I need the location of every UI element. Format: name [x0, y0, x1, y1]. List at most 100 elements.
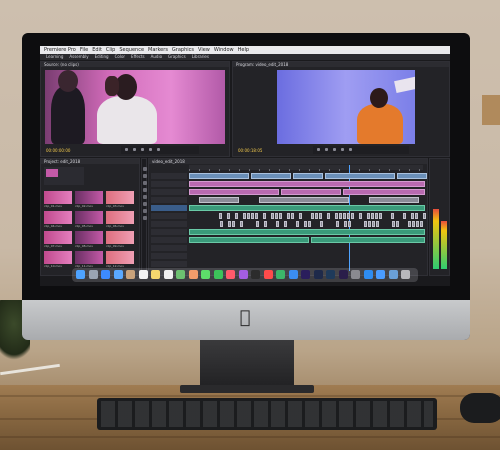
timeline-clip[interactable] [189, 181, 425, 187]
app-store-icon[interactable] [363, 270, 373, 279]
maps-icon[interactable] [176, 270, 185, 279]
timeline-clip[interactable] [420, 221, 423, 227]
timeline-clip[interactable] [271, 213, 274, 219]
timeline-clip[interactable] [291, 213, 294, 219]
workspace-tab[interactable]: Libraries [192, 54, 209, 59]
timeline-clip[interactable] [279, 213, 282, 219]
timeline-clip[interactable] [325, 173, 395, 179]
timeline-clip[interactable] [259, 197, 349, 203]
contacts-icon[interactable] [126, 270, 135, 279]
tab-program[interactable]: Program: video_edit_2018 [233, 62, 449, 67]
trash-icon[interactable] [401, 270, 410, 279]
timeline-clip[interactable] [367, 213, 370, 219]
timeline-clip[interactable] [403, 213, 406, 219]
menu-item[interactable]: Edit [92, 47, 102, 53]
finder-icon[interactable] [76, 270, 85, 279]
bin-clip[interactable]: clip_12.mov [106, 251, 134, 268]
timeline-clip[interactable] [251, 213, 254, 219]
timeline-clip[interactable] [311, 237, 425, 243]
track-header-a6[interactable] [151, 245, 187, 251]
menu-item[interactable]: Premiere Pro [44, 47, 76, 53]
play-icon[interactable] [325, 148, 328, 151]
timeline-clip[interactable] [336, 221, 339, 227]
timeline-clip[interactable] [423, 213, 426, 219]
timeline-clip[interactable] [397, 173, 427, 179]
timeline-clip[interactable] [351, 213, 354, 219]
timeline-clip[interactable] [371, 213, 374, 219]
bin-clip[interactable]: clip_06.mov [106, 211, 134, 228]
timeline-clip[interactable] [348, 221, 351, 227]
timeline-clip[interactable] [344, 221, 347, 227]
timeline-clip[interactable] [240, 221, 243, 227]
timeline-clip[interactable] [299, 213, 302, 219]
timeline-clip[interactable] [396, 221, 399, 227]
timeline-clip[interactable] [369, 197, 419, 203]
bin-clip[interactable]: clip_03.mov [106, 191, 134, 208]
extract-icon[interactable] [349, 148, 352, 151]
calendar-icon[interactable] [138, 270, 148, 279]
timeline-clip[interactable] [335, 213, 338, 219]
timeline-clip[interactable] [359, 213, 362, 219]
timeline-clip[interactable] [372, 221, 375, 227]
hand-tool-icon[interactable] [143, 209, 147, 213]
lightroom-icon[interactable] [313, 270, 323, 279]
timeline-clip[interactable] [235, 213, 238, 219]
lift-icon[interactable] [341, 148, 344, 151]
bin-clip[interactable]: clip_05.mov [75, 211, 103, 228]
timeline-clip[interactable] [281, 189, 341, 195]
timeline-clip[interactable] [415, 213, 418, 219]
premiere-icon[interactable] [301, 270, 310, 279]
overwrite-icon[interactable] [157, 148, 160, 151]
bin-clip[interactable]: clip_02.mov [75, 191, 103, 208]
bin-clip[interactable]: clip_07.mov [44, 231, 72, 248]
timeline-clip[interactable] [311, 213, 314, 219]
workspace-tab[interactable]: Learning [46, 54, 63, 59]
type-tool-icon[interactable] [143, 216, 147, 220]
razor-tool-icon[interactable] [143, 188, 147, 192]
reminders-icon[interactable] [163, 270, 173, 279]
menu-item[interactable]: Sequence [119, 47, 144, 53]
after-effects-icon[interactable] [338, 270, 348, 279]
timeline-clip[interactable] [343, 213, 346, 219]
step-back-icon[interactable] [125, 148, 128, 151]
track-header-a4[interactable] [151, 229, 187, 235]
bin-clip[interactable]: clip_10.mov [44, 251, 72, 268]
timeline-clip[interactable] [391, 213, 394, 219]
timeline-clip[interactable] [293, 173, 323, 179]
timeline-clip[interactable] [392, 221, 395, 227]
tab-source[interactable]: Source: (no clips) [41, 62, 229, 67]
timeline-clip[interactable] [347, 213, 350, 219]
track-header-a5[interactable] [151, 237, 187, 243]
track-header-v2[interactable] [151, 181, 187, 187]
facetime-icon[interactable] [213, 270, 223, 279]
timeline-clip[interactable] [255, 213, 258, 219]
timeline-clip[interactable] [375, 213, 378, 219]
notes-icon[interactable] [151, 270, 160, 279]
step-forward-icon[interactable] [141, 148, 144, 151]
timeline-clip[interactable] [189, 205, 425, 211]
bin-clip[interactable]: clip_04.mov [44, 211, 72, 228]
finder-window-icon[interactable] [376, 270, 385, 279]
track-header-a3[interactable] [151, 221, 187, 227]
workspace-tab[interactable]: Effects [131, 54, 145, 59]
messages-icon[interactable] [201, 270, 210, 279]
timeline-clip[interactable] [364, 221, 367, 227]
slip-tool-icon[interactable] [143, 195, 147, 199]
timeline-clip[interactable] [228, 221, 231, 227]
timeline-clip[interactable] [189, 173, 249, 179]
timeline-clip[interactable] [227, 213, 230, 219]
bin-clip[interactable]: clip_08.mov [75, 231, 103, 248]
track-header-v1b[interactable] [151, 197, 187, 203]
timeline-clip[interactable] [189, 229, 425, 235]
bin-clip[interactable]: clip_01.mov [44, 191, 72, 208]
timeline-clip[interactable] [319, 213, 322, 219]
timeline-clip[interactable] [251, 173, 291, 179]
menu-item[interactable]: Clip [106, 47, 115, 53]
photoshop-icon[interactable] [326, 270, 335, 279]
timeline-clip[interactable] [256, 221, 259, 227]
track-header-a7[interactable] [151, 253, 187, 259]
timeline-clip[interactable] [412, 221, 415, 227]
track-select-tool-icon[interactable] [143, 174, 147, 178]
mail-icon[interactable] [113, 270, 123, 279]
bin-clip[interactable]: clip_11.mov [75, 251, 103, 268]
